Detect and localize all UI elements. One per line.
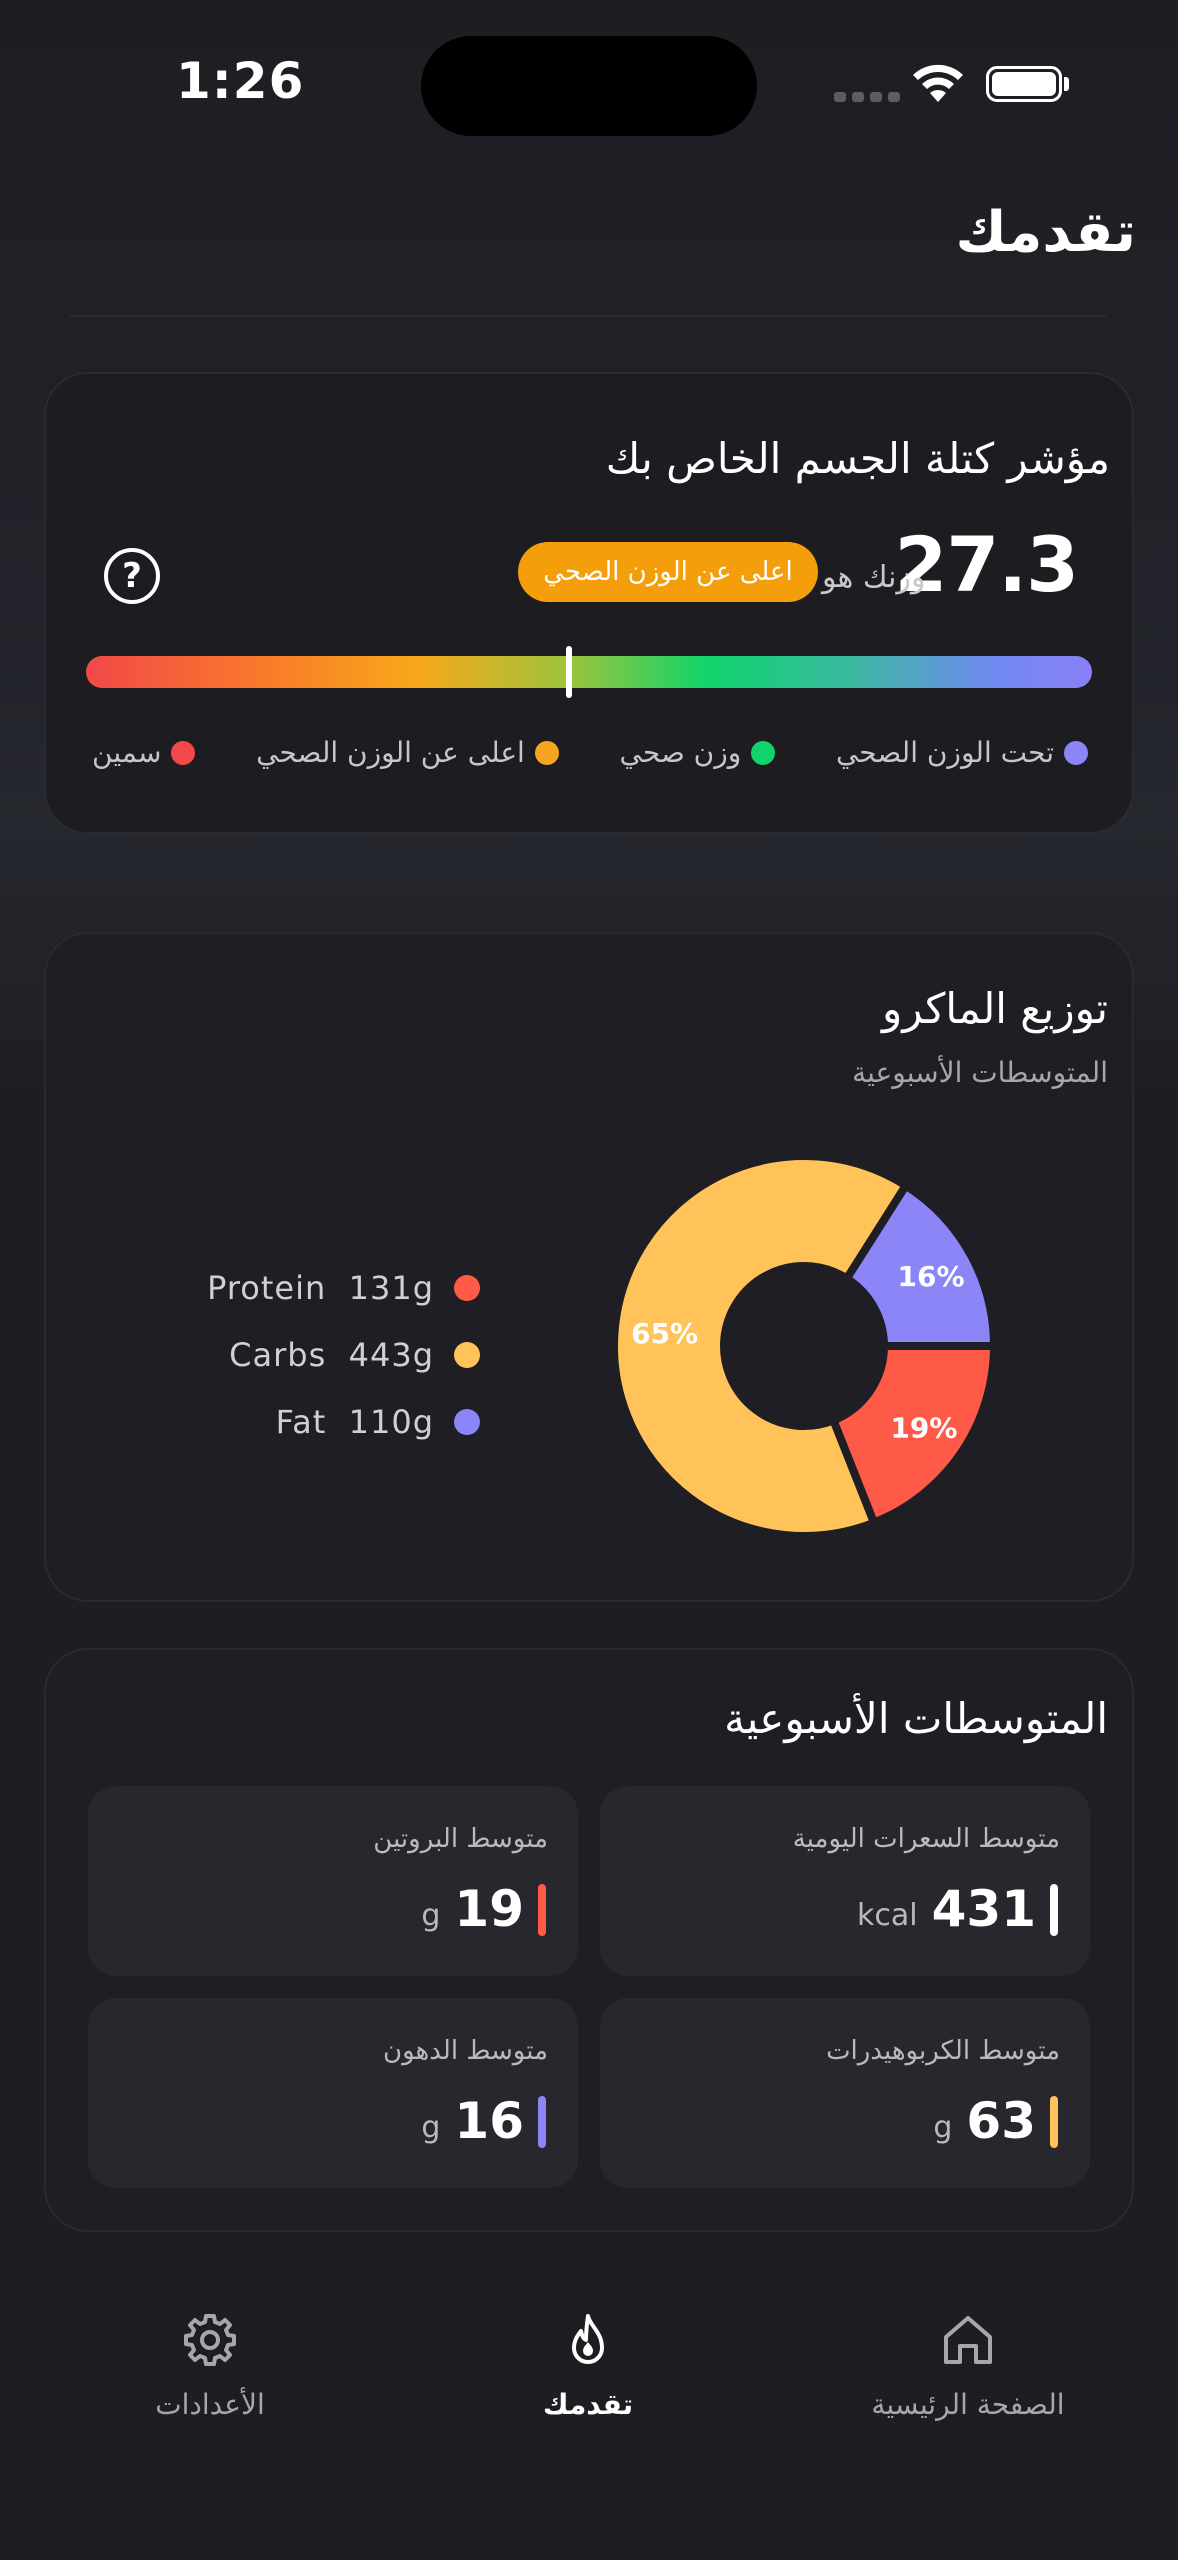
battery-cap (1064, 77, 1069, 91)
stat-carbs: متوسط الكربوهيدرات g 63 (600, 1998, 1090, 2188)
cellular-signal-icon (834, 92, 900, 102)
macro-subtitle: المتوسطات الأسبوعية (852, 1056, 1108, 1089)
fat-dot-icon (454, 1408, 480, 1435)
stat-protein: متوسط البروتين g 19 (88, 1786, 578, 1976)
macro-legend-carbs: Carbs 443g (150, 1321, 480, 1388)
bmi-legend-underweight: تحت الوزن الصحي (836, 736, 1088, 769)
dynamic-island (421, 36, 757, 136)
bmi-marker (565, 646, 572, 698)
stat-value: 431 (931, 1880, 1036, 1938)
stat-label: متوسط السعرات اليومية (792, 1824, 1060, 1854)
nav-settings-label: الأعدادات (155, 2388, 265, 2421)
donut-label-protein: 19% (890, 1412, 957, 1445)
weekly-title: المتوسطات الأسبوعية (724, 1694, 1108, 1743)
flame-icon (572, 2314, 604, 2364)
bmi-legend: تحت الوزن الصحي وزن صحي اعلى عن الوزن ال… (92, 736, 1088, 769)
legend-label: تحت الوزن الصحي (835, 736, 1054, 769)
stat-label: متوسط البروتين (373, 1824, 548, 1854)
legend-label: سمين (92, 736, 162, 769)
legend-label: وزن صحي (619, 736, 742, 769)
legend-name: Carbs (229, 1335, 327, 1374)
bmi-gradient-bar (86, 656, 1092, 688)
status-time: 1:26 (176, 52, 305, 110)
macro-title: توزيع الماكرو (881, 984, 1108, 1033)
bmi-status-badge: اعلى عن الوزن الصحي (518, 542, 818, 602)
stat-unit: g (421, 1898, 441, 1933)
nav-settings[interactable]: الأعدادات (60, 2310, 360, 2421)
bmi-title: مؤشر كتلة الجسم الخاص بك (605, 434, 1110, 483)
bmi-weight-label: وزنك هو (822, 560, 926, 595)
legend-amount: 131g (348, 1268, 434, 1307)
page-title: تقدمك (955, 200, 1137, 265)
macro-legend: Protein 131g Carbs 443g Fat 110g (150, 1254, 480, 1455)
bmi-legend-healthy: وزن صحي (620, 736, 776, 769)
donut-label-fat: 16% (898, 1260, 965, 1293)
nav-home[interactable]: الصفحة الرئيسية (818, 2310, 1118, 2421)
stat-accent-bar (1050, 1884, 1058, 1936)
stat-unit: kcal (857, 1898, 918, 1933)
bmi-legend-overweight: اعلى عن الوزن الصحي (256, 736, 559, 769)
nav-progress-label: تقدمك (542, 2388, 634, 2421)
nav-home-label: الصفحة الرئيسية (871, 2388, 1065, 2421)
stat-calories: متوسط السعرات اليومية kcal 431 (600, 1786, 1090, 1976)
nav-progress[interactable]: تقدمك (438, 2310, 738, 2421)
stat-accent-bar (538, 2096, 546, 2148)
legend-amount: 443g (348, 1335, 434, 1374)
stat-fat: متوسط الدهون g 16 (88, 1998, 578, 2188)
stat-accent-bar (1050, 2096, 1058, 2148)
macro-donut-chart: 19% 65% 16% (610, 1152, 999, 1540)
legend-name: Protein (207, 1268, 327, 1307)
stat-value: 19 (454, 1880, 524, 1938)
stat-label: متوسط الكربوهيدرات (826, 2036, 1060, 2066)
stat-value: 16 (454, 2092, 524, 2150)
title-divider (70, 315, 1106, 317)
underweight-dot-icon (1064, 740, 1088, 765)
macro-legend-fat: Fat 110g (150, 1388, 480, 1455)
legend-name: Fat (275, 1402, 327, 1441)
gear-icon (184, 2314, 236, 2366)
healthy-dot-icon (751, 740, 776, 765)
carbs-dot-icon (454, 1341, 480, 1368)
battery-icon (986, 66, 1062, 102)
stat-unit: g (421, 2110, 441, 2145)
donut-label-carbs: 65% (631, 1317, 698, 1350)
overweight-dot-icon (534, 740, 559, 765)
wifi-icon (913, 64, 963, 102)
protein-dot-icon (454, 1274, 480, 1301)
legend-amount: 110g (348, 1402, 434, 1441)
macro-legend-protein: Protein 131g (150, 1254, 480, 1321)
legend-label: اعلى عن الوزن الصحي (256, 736, 525, 769)
stat-value: 63 (966, 2092, 1036, 2150)
home-icon (944, 2316, 992, 2364)
stat-unit: g (933, 2110, 953, 2145)
obese-dot-icon (171, 740, 196, 765)
stat-accent-bar (538, 1884, 546, 1936)
question-circle-icon[interactable]: ? (104, 548, 160, 604)
stat-label: متوسط الدهون (383, 2036, 548, 2066)
bmi-legend-obese: سمين (92, 736, 196, 769)
